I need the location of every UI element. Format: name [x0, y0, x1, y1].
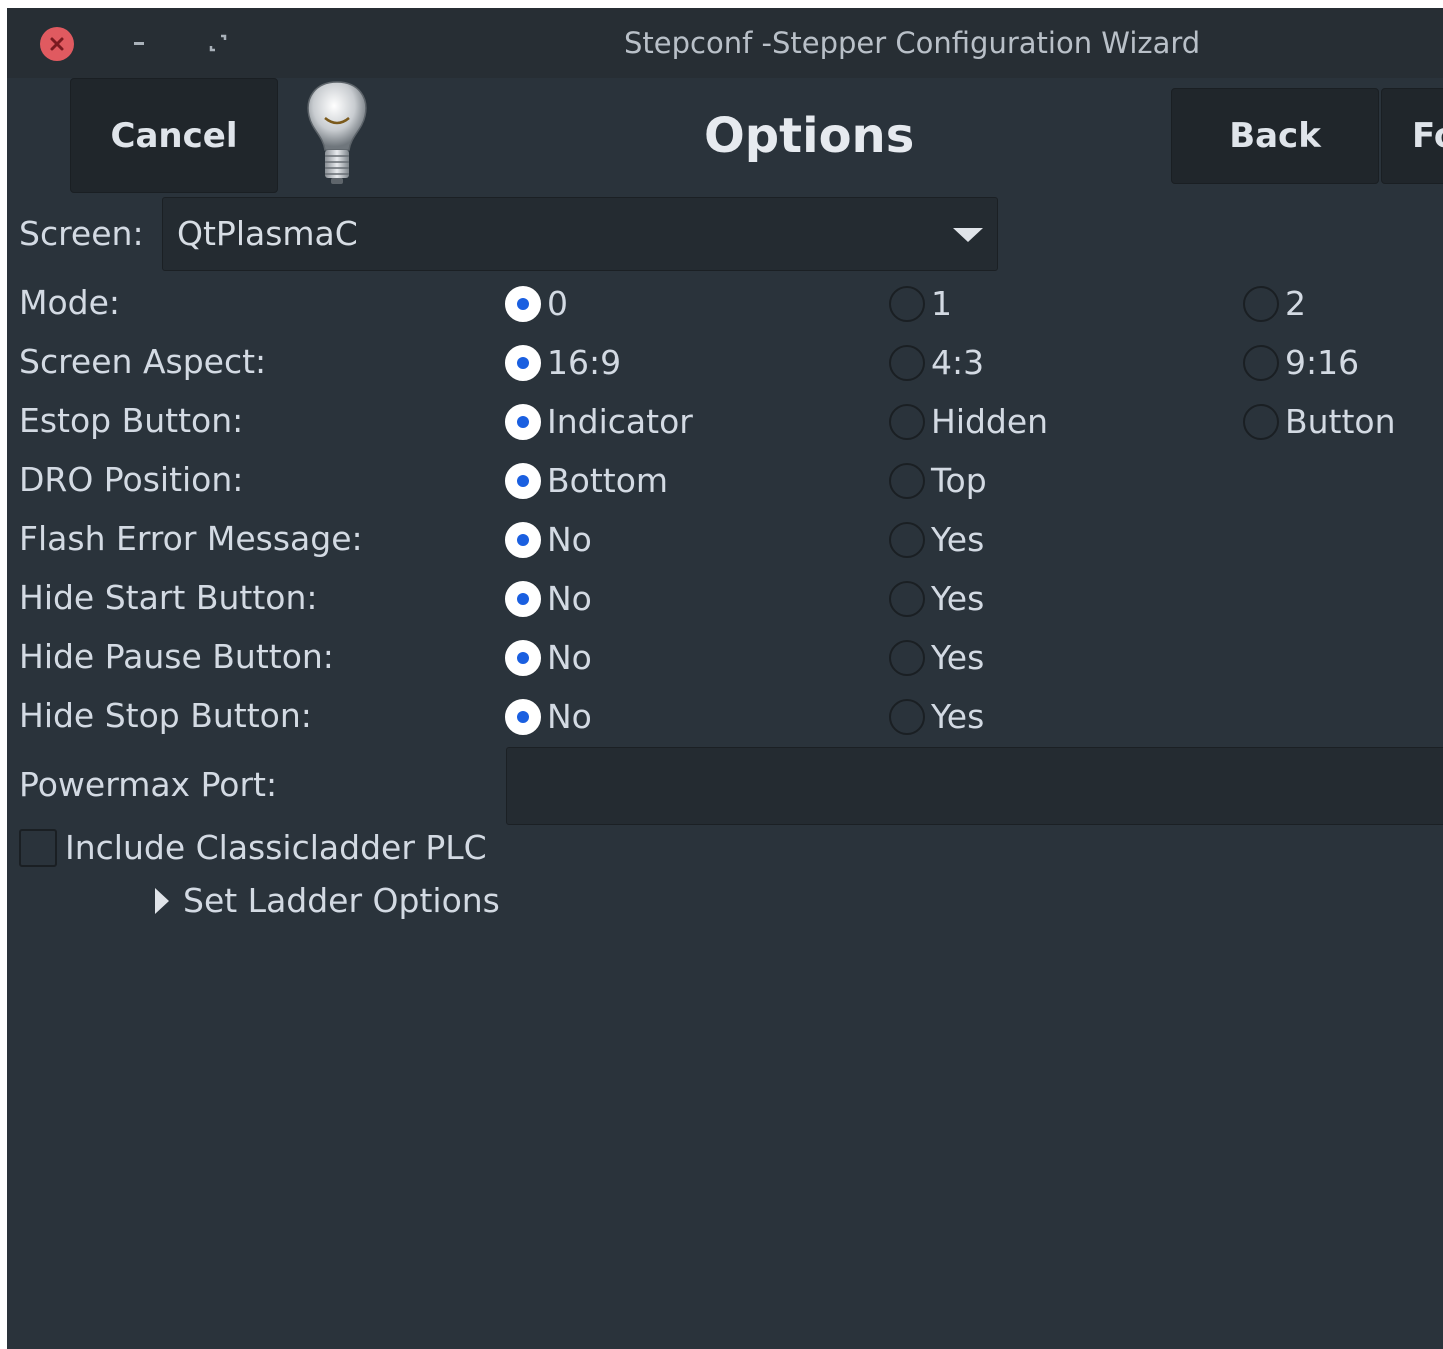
close-window-button[interactable] — [40, 27, 74, 61]
radio-label: Yes — [931, 638, 985, 677]
radio-unselected-icon — [889, 639, 925, 676]
screen-aspect-label: Screen Aspect: — [19, 342, 267, 381]
aspect-radio-16-9[interactable]: 16:9 — [505, 343, 621, 382]
radio-selected-icon — [505, 403, 541, 440]
hide-start-radio-yes[interactable]: Yes — [889, 579, 984, 618]
mode-label: Mode: — [19, 283, 121, 322]
close-icon — [50, 37, 64, 51]
classicladder-label: Include Classicladder PLC — [65, 828, 487, 867]
radio-label: 4:3 — [931, 343, 985, 382]
radio-selected-icon — [505, 285, 541, 322]
estop-radio-hidden[interactable]: Hidden — [889, 402, 1048, 441]
flash-error-radio-no[interactable]: No — [505, 520, 592, 559]
screen-label: Screen: — [19, 214, 144, 253]
forward-button[interactable]: Fo — [1381, 88, 1443, 184]
minimize-icon — [134, 42, 144, 45]
radio-label: No — [547, 579, 592, 618]
radio-unselected-icon — [889, 521, 925, 558]
radio-label: 9:16 — [1285, 343, 1360, 382]
radio-unselected-icon — [1243, 344, 1279, 381]
page-title: Options — [704, 108, 915, 164]
hide-start-label: Hide Start Button: — [19, 578, 318, 617]
radio-selected-icon — [505, 462, 541, 499]
mode-radio-1[interactable]: 1 — [889, 284, 952, 323]
radio-unselected-icon — [889, 698, 925, 735]
radio-label: Yes — [931, 697, 985, 736]
radio-unselected-icon — [889, 462, 925, 499]
expander-arrow-icon — [155, 887, 169, 914]
estop-button-label: Estop Button: — [19, 401, 244, 440]
radio-unselected-icon — [889, 580, 925, 617]
powermax-port-label: Powermax Port: — [19, 765, 278, 804]
aspect-radio-4-3[interactable]: 4:3 — [889, 343, 984, 382]
screen-combobox-value: QtPlasmaC — [177, 214, 358, 253]
radio-unselected-icon — [889, 344, 925, 381]
title-bar: Stepconf -Stepper Configuration Wizard — [7, 8, 1443, 78]
hide-pause-radio-yes[interactable]: Yes — [889, 638, 984, 677]
maximize-window-button[interactable] — [203, 28, 233, 58]
radio-label: No — [547, 638, 592, 677]
radio-selected-icon — [505, 698, 541, 735]
radio-unselected-icon — [889, 285, 925, 322]
radio-label: 16:9 — [547, 343, 622, 382]
hide-stop-radio-no[interactable]: No — [505, 697, 592, 736]
ladder-options-label: Set Ladder Options — [183, 881, 500, 920]
dropdown-arrow-icon — [953, 228, 983, 242]
radio-label: Yes — [931, 520, 985, 559]
back-button[interactable]: Back — [1171, 88, 1379, 184]
radio-unselected-icon — [889, 403, 925, 440]
estop-radio-indicator[interactable]: Indicator — [505, 402, 693, 441]
ladder-options-expander[interactable]: Set Ladder Options — [155, 881, 500, 920]
lightbulb-icon — [297, 76, 377, 191]
dro-position-label: DRO Position: — [19, 460, 244, 499]
dro-radio-top[interactable]: Top — [889, 461, 987, 500]
aspect-radio-9-16[interactable]: 9:16 — [1243, 343, 1359, 382]
radio-unselected-icon — [1243, 285, 1279, 322]
cancel-button[interactable]: Cancel — [70, 78, 278, 193]
flash-error-label: Flash Error Message: — [19, 519, 363, 558]
radio-unselected-icon — [1243, 403, 1279, 440]
radio-label: Button — [1285, 402, 1396, 441]
radio-label: Top — [931, 461, 987, 500]
minimize-window-button[interactable] — [125, 28, 155, 58]
radio-label: 2 — [1285, 284, 1306, 323]
radio-label: Indicator — [547, 402, 693, 441]
radio-label: No — [547, 520, 592, 559]
screen-combobox[interactable]: QtPlasmaC — [162, 197, 998, 271]
radio-label: Yes — [931, 579, 985, 618]
radio-label: Bottom — [547, 461, 669, 500]
radio-selected-icon — [505, 521, 541, 558]
dro-radio-bottom[interactable]: Bottom — [505, 461, 668, 500]
classicladder-checkbox[interactable] — [19, 828, 57, 867]
radio-label: 0 — [547, 284, 568, 323]
mode-radio-2[interactable]: 2 — [1243, 284, 1306, 323]
window-title: Stepconf -Stepper Configuration Wizard — [624, 26, 1201, 60]
radio-label: 1 — [931, 284, 952, 323]
classicladder-checkbox-row[interactable]: Include Classicladder PLC — [19, 828, 487, 867]
wizard-window: Stepconf -Stepper Configuration Wizard C… — [7, 8, 1443, 1349]
radio-label: Hidden — [931, 402, 1049, 441]
hide-stop-radio-yes[interactable]: Yes — [889, 697, 984, 736]
hide-pause-radio-no[interactable]: No — [505, 638, 592, 677]
radio-selected-icon — [505, 580, 541, 617]
hide-pause-label: Hide Pause Button: — [19, 637, 334, 676]
hide-start-radio-no[interactable]: No — [505, 579, 592, 618]
radio-selected-icon — [505, 639, 541, 676]
flash-error-radio-yes[interactable]: Yes — [889, 520, 984, 559]
maximize-icon — [209, 34, 227, 52]
powermax-port-input[interactable] — [506, 747, 1443, 825]
radio-selected-icon — [505, 344, 541, 381]
radio-label: No — [547, 697, 592, 736]
estop-radio-button[interactable]: Button — [1243, 402, 1396, 441]
mode-radio-0[interactable]: 0 — [505, 284, 568, 323]
hide-stop-label: Hide Stop Button: — [19, 696, 312, 735]
